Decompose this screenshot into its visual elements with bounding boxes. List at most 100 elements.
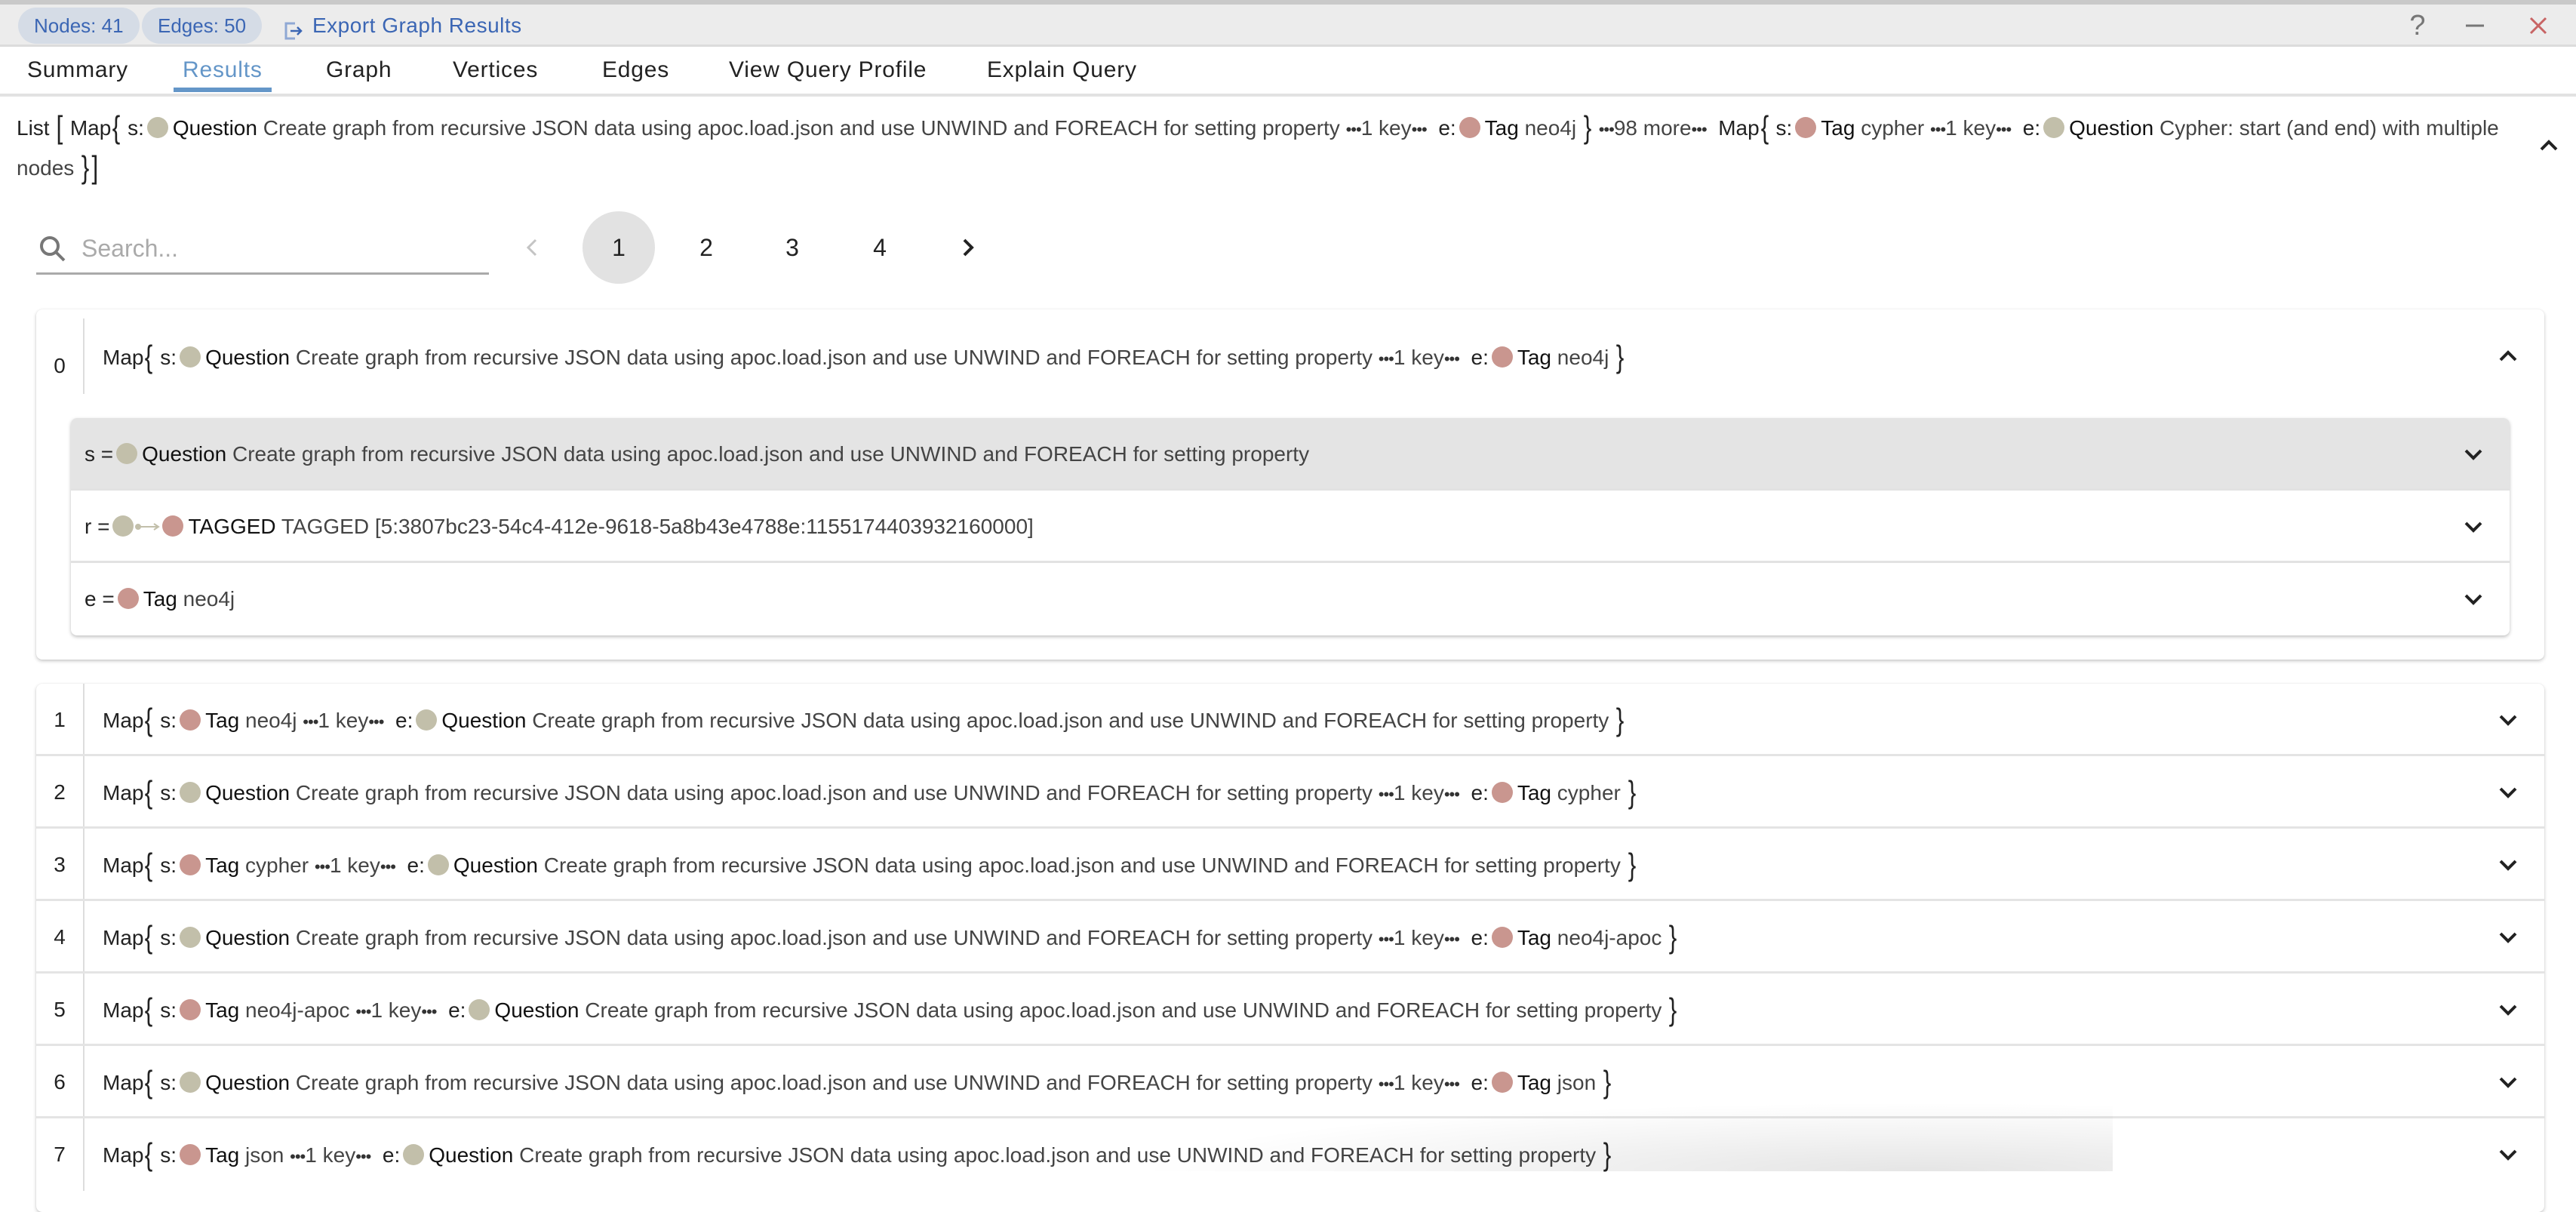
export-graph-results-button[interactable]: Export Graph Results [284, 8, 522, 44]
chevron-left-icon [526, 238, 537, 257]
expand-row-button[interactable] [2495, 924, 2522, 951]
collapsed-keys[interactable]: 1 key [1394, 346, 1444, 369]
question-node-icon [112, 515, 134, 537]
collapsed-keys[interactable]: 1 key [305, 1143, 355, 1167]
collapsed-keys[interactable]: 1 key [318, 709, 368, 732]
page-1-button[interactable]: 1 [583, 211, 655, 284]
expand-r-button[interactable] [2460, 513, 2487, 540]
list-type-label: List [17, 116, 50, 140]
collapsed-keys[interactable]: 1 key [1394, 781, 1444, 804]
edges-count-badge: Edges: 50 [142, 8, 263, 44]
chevron-down-icon [2499, 860, 2517, 871]
detail-row-s[interactable]: s = Question Create graph from recursive … [71, 418, 2510, 491]
map-label: Map [69, 116, 112, 140]
chevron-down-icon [2464, 594, 2482, 605]
tag-node-icon [1459, 117, 1480, 138]
chevron-down-icon [2499, 1149, 2517, 1161]
collapsed-keys[interactable]: 1 key [330, 854, 380, 877]
export-label: Export Graph Results [312, 14, 522, 37]
tag-node-icon [180, 999, 201, 1020]
open-bracket: [ [56, 109, 63, 145]
row-index: 0 [36, 318, 85, 394]
expand-row-button[interactable] [2495, 851, 2522, 878]
expand-row-button[interactable] [2495, 706, 2522, 734]
question-node-icon [180, 782, 201, 803]
page-3-button[interactable]: 3 [756, 211, 828, 284]
tab-results[interactable]: Results [174, 53, 272, 92]
question-node-icon [403, 1144, 425, 1165]
collapsed-keys[interactable]: 1 key [1394, 926, 1444, 949]
table-row[interactable]: 5 Map{ s: Tag neo4j-apoc •••1 key••• e: Que… [36, 974, 2544, 1046]
tab-graph[interactable]: Graph [326, 53, 392, 88]
minimize-icon [2466, 24, 2484, 27]
more-items-toggle[interactable]: 98 more [1614, 116, 1692, 140]
tab-vertices[interactable]: Vertices [453, 53, 538, 88]
row-detail-panel: s = Question Create graph from recursive … [71, 418, 2510, 635]
search-input[interactable] [80, 231, 483, 266]
row-index: 7 [36, 1118, 85, 1191]
search-field[interactable] [36, 223, 489, 275]
chevron-down-icon [2499, 787, 2517, 798]
tab-edges[interactable]: Edges [602, 53, 669, 88]
table-row[interactable]: 1 Map{ s: Tag neo4j •••1 key••• e: Question… [36, 684, 2544, 756]
question-node-icon [146, 117, 168, 138]
row-index: 5 [36, 974, 85, 1044]
page-4-button[interactable]: 4 [844, 211, 916, 284]
collapsed-keys[interactable]: 1 key [370, 998, 421, 1022]
table-row[interactable]: 0 Map{ s: Question Create graph from recu… [36, 309, 2544, 405]
chevron-up-icon [2540, 140, 2558, 151]
row-index: 6 [36, 1046, 85, 1116]
row-summary: Map{ s: Question Create graph from recurs… [103, 1064, 1612, 1100]
nodes-count-badge: Nodes: 41 [18, 8, 140, 44]
table-row[interactable]: 7 Map{ s: Tag json •••1 key••• e: Question … [36, 1118, 2544, 1191]
page-2-button[interactable]: 2 [670, 211, 742, 284]
expand-row-button[interactable] [2495, 1141, 2522, 1168]
close-icon [2529, 17, 2547, 35]
row-summary: Map{ s: Tag json •••1 key••• e: Question C… [103, 1137, 1612, 1172]
list-summary: List [ Map{ s: Question Create graph from… [17, 109, 2499, 185]
expand-row-button[interactable] [2495, 1069, 2522, 1096]
expand-row-button[interactable] [2495, 779, 2522, 806]
tag-node-icon [1491, 346, 1513, 368]
table-row[interactable]: 3 Map{ s: Tag cypher •••1 key••• e: Questio… [36, 829, 2544, 901]
result-tabs: Summary Results Graph Vertices Edges Vie… [0, 47, 2576, 97]
collapsed-keys[interactable]: 1 key [1394, 1071, 1444, 1094]
tab-summary[interactable]: Summary [27, 53, 128, 88]
tag-node-icon [180, 854, 201, 875]
detail-row-e[interactable]: e = Tag neo4j [71, 563, 2510, 635]
chevron-up-icon [2499, 350, 2517, 361]
tab-view-query-profile[interactable]: View Query Profile [729, 53, 927, 88]
chevron-down-icon [2499, 932, 2517, 943]
table-row[interactable]: 4 Map{ s: Question Create graph from recur… [36, 901, 2544, 974]
close-bracket: ] [91, 149, 99, 185]
tab-explain-query[interactable]: Explain Query [987, 53, 1137, 88]
expand-e-button[interactable] [2460, 586, 2487, 613]
chevron-right-icon [963, 238, 974, 257]
tag-node-icon [117, 588, 139, 609]
collapse-row-button[interactable] [2495, 343, 2522, 370]
tag-node-icon [180, 709, 201, 731]
minimize-button[interactable] [2457, 8, 2493, 44]
tag-node-icon [180, 1144, 201, 1165]
collapsed-keys[interactable]: 1 key [1361, 116, 1412, 140]
chevron-down-icon [2499, 1004, 2517, 1016]
table-row[interactable]: 2 Map{ s: Question Create graph from recur… [36, 756, 2544, 829]
question-node-icon [180, 346, 201, 368]
collapse-list-button[interactable] [2534, 130, 2564, 160]
help-button[interactable]: ? [2399, 8, 2436, 44]
table-row[interactable]: 6 Map{ s: Question Create graph from recur… [36, 1046, 2544, 1118]
question-node-icon [116, 443, 138, 464]
collapsed-keys[interactable]: 1 key [1945, 116, 1996, 140]
expand-s-button[interactable] [2460, 441, 2487, 468]
previous-page-button[interactable] [515, 229, 551, 266]
results-toolbar: Nodes: 41 Edges: 50 Export Graph Results… [0, 0, 2576, 47]
expand-row-button[interactable] [2495, 996, 2522, 1023]
close-button[interactable] [2520, 8, 2556, 44]
detail-row-r[interactable]: r = TAGGED TAGGED [5:3807bc23-54c4-412e-9… [71, 491, 2510, 563]
next-page-button[interactable] [949, 229, 985, 266]
row-summary: Map{ s: Tag neo4j •••1 key••• e: Question … [103, 702, 1625, 737]
row-index: 3 [36, 829, 85, 899]
row-summary: Map{ s: Question Create graph from recurs… [103, 919, 1677, 955]
tag-node-icon [1491, 1072, 1513, 1093]
result-rows: 1 Map{ s: Tag neo4j •••1 key••• e: Question… [36, 684, 2544, 1212]
